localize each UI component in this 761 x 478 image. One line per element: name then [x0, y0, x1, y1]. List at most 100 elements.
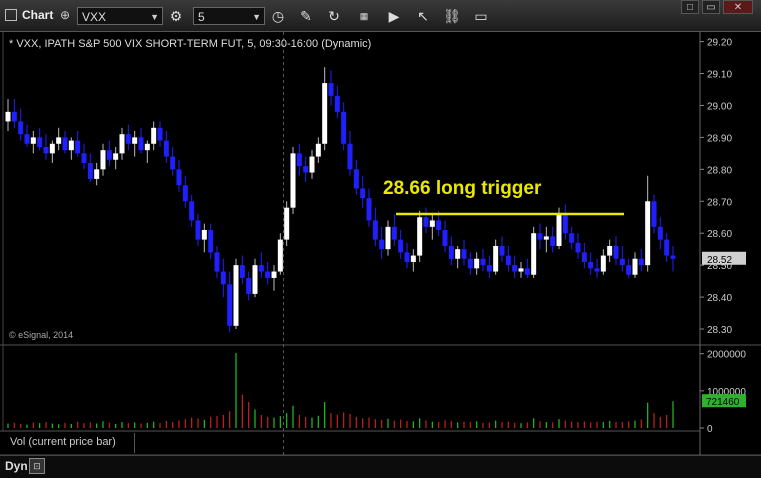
last-volume-label: 721460: [706, 397, 740, 408]
candle-body: [125, 134, 131, 144]
volume-tick-label: 2000000: [707, 350, 746, 361]
price-tick-label: 28.30: [707, 325, 732, 336]
candle-body: [531, 233, 537, 275]
cursor-icon[interactable]: ↖: [413, 6, 433, 26]
candle-body: [670, 255, 676, 259]
candle-body: [360, 188, 366, 199]
candle-body: [651, 201, 657, 227]
candle-body: [448, 245, 454, 259]
price-tick-label: 28.90: [707, 133, 732, 144]
candle-body: [24, 134, 30, 144]
volume-label-separator: [134, 433, 135, 453]
price-tick-label: 28.80: [707, 165, 732, 176]
candle-body: [227, 284, 233, 326]
lock-icon[interactable]: ⊕: [60, 8, 70, 22]
chevron-down-icon[interactable]: ▼: [150, 8, 159, 26]
symbol-input[interactable]: VXX ▼: [77, 7, 163, 25]
restore-icon: □: [686, 2, 694, 13]
refresh-icon[interactable]: ↻: [324, 6, 344, 26]
candle-body: [284, 207, 290, 240]
interval-value: 5: [198, 10, 205, 24]
candle-body: [37, 137, 43, 147]
candle-body: [94, 169, 100, 179]
candle-body: [499, 245, 505, 256]
candle-body: [138, 137, 144, 151]
lock-icon[interactable]: ⊡: [29, 458, 45, 474]
price-tick-label: 29.00: [707, 101, 732, 112]
candle-body: [68, 140, 74, 151]
maximize-button[interactable]: ▭: [702, 0, 720, 14]
candle-body: [322, 83, 328, 144]
candle-body: [201, 230, 207, 240]
candle-body: [5, 111, 11, 122]
candle-body: [296, 153, 302, 167]
candle-body: [334, 95, 340, 112]
candle-body: [518, 268, 524, 272]
clock-icon[interactable]: ◷: [268, 6, 288, 26]
candle-body: [328, 83, 334, 96]
candle-body: [474, 258, 480, 269]
price-tick-label: 28.60: [707, 229, 732, 240]
candle-body: [575, 242, 581, 253]
candle-body: [106, 150, 112, 160]
candle-body: [398, 239, 404, 253]
candle-body: [404, 252, 410, 262]
candle-body: [151, 127, 157, 144]
last-price-label: 28.52: [707, 255, 732, 266]
candle-body: [600, 255, 606, 272]
candle-body: [537, 233, 543, 240]
candle-body: [341, 111, 347, 144]
candle-body: [657, 226, 663, 240]
close-button[interactable]: ✕: [723, 0, 753, 14]
candle-body: [594, 268, 600, 272]
trigger-annotation: 28.66 long trigger: [383, 178, 542, 199]
candle-body: [436, 220, 442, 231]
candle-body: [505, 255, 511, 266]
price-tick-label: 28.70: [707, 197, 732, 208]
price-tick-label: 29.20: [707, 38, 732, 49]
candle-body: [56, 137, 62, 144]
settings-gear-icon[interactable]: ⚙: [166, 6, 186, 26]
candle-body: [372, 220, 378, 240]
candle-body: [467, 258, 473, 269]
candle-body: [486, 265, 492, 272]
candle-body: [429, 220, 435, 227]
candle-body: [113, 153, 119, 160]
candle-body: [189, 201, 195, 221]
candle-body: [391, 226, 397, 240]
maximize-icon: ▭: [706, 2, 716, 13]
candle-body: [43, 146, 49, 154]
symbol-value: VXX: [82, 10, 107, 24]
dyn-label[interactable]: Dyn: [5, 459, 28, 473]
candle-body: [480, 258, 486, 266]
candle-body: [626, 265, 632, 275]
copyright-label: © eSignal, 2014: [9, 330, 74, 340]
candle-body: [581, 252, 587, 262]
candle-body: [119, 134, 125, 154]
comment-icon[interactable]: ▭: [471, 6, 491, 26]
candle-body: [258, 265, 264, 272]
restore-button[interactable]: □: [681, 0, 699, 14]
candle-body: [265, 271, 271, 278]
candle-body: [163, 140, 169, 157]
interval-input[interactable]: 5 ▼: [193, 7, 265, 25]
link-icon[interactable]: ⛓: [442, 6, 462, 26]
candle-body: [290, 153, 296, 208]
candle-body: [62, 137, 68, 151]
candle-body: [157, 127, 163, 141]
pencil-icon[interactable]: ✎: [296, 6, 316, 26]
price-chart[interactable]: 29.2029.1029.0028.9028.8028.7028.6028.50…: [0, 32, 761, 455]
candle-body: [664, 239, 670, 256]
chart-label: Chart: [22, 8, 54, 22]
chart-header: * VXX, IPATH S&P 500 VIX SHORT-TERM FUT,…: [9, 38, 372, 50]
get-quote-icon[interactable]: ▦: [354, 6, 374, 26]
candle-body: [417, 217, 423, 256]
candle-body: [233, 265, 239, 326]
candle-body: [220, 271, 226, 285]
candle-body: [512, 265, 518, 272]
play-icon[interactable]: ▶: [384, 6, 404, 26]
candle-body: [170, 156, 176, 170]
candle-body: [87, 162, 93, 179]
candle-body: [132, 137, 138, 144]
chevron-down-icon[interactable]: ▼: [252, 8, 261, 26]
